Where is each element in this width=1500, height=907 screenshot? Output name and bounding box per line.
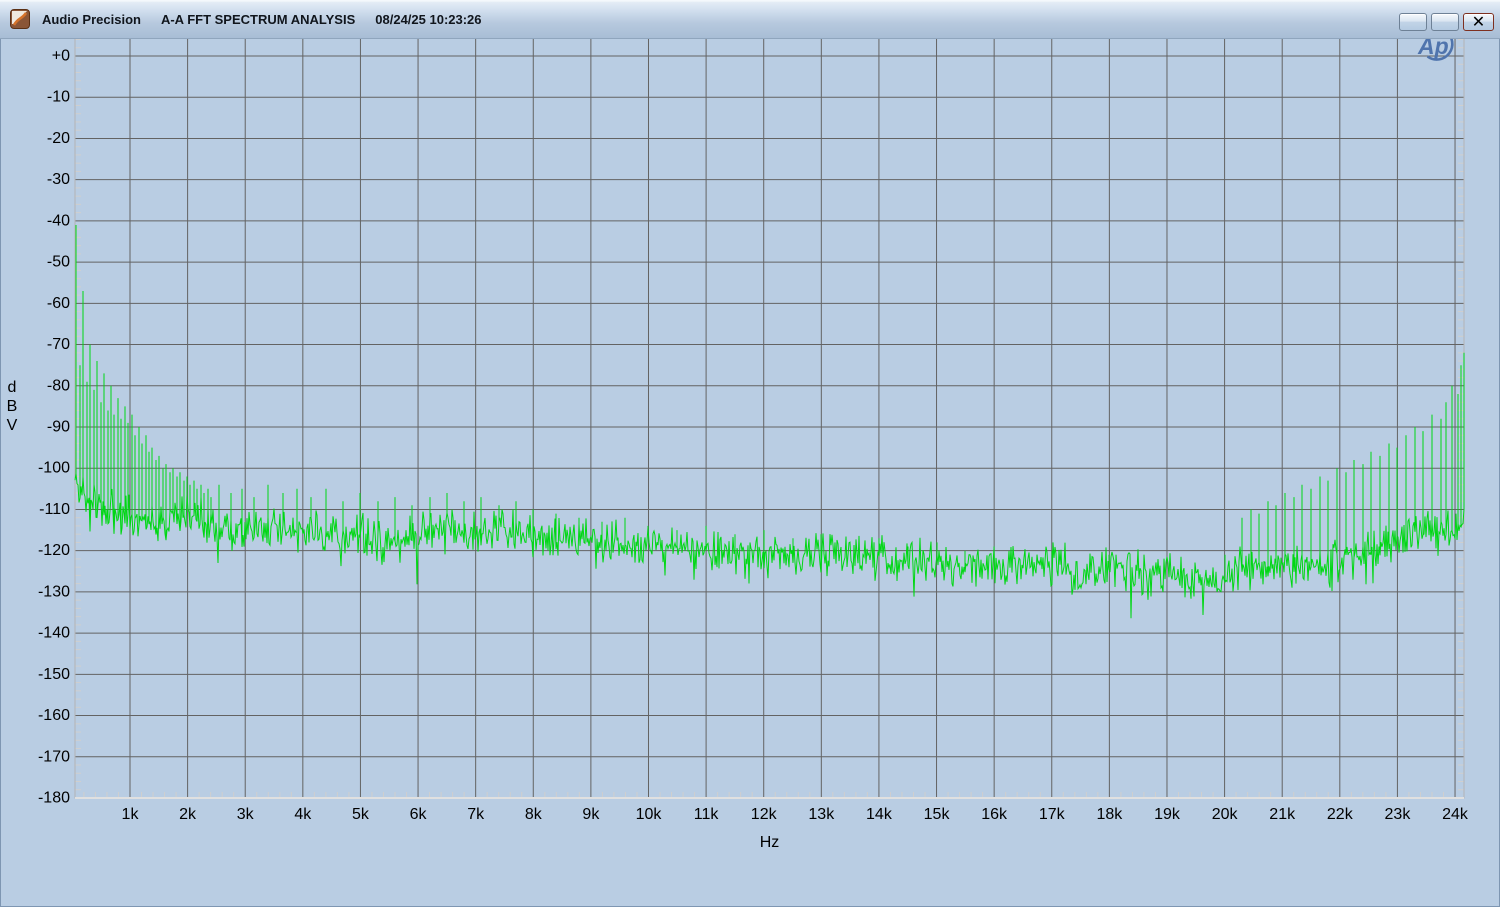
- app-icon: [10, 9, 30, 29]
- x-tick-label: 19k: [1154, 806, 1181, 823]
- y-tick-label: -160: [38, 707, 70, 724]
- y-axis-title: dBV: [7, 379, 18, 434]
- app-window: Audio Precision A-A FFT SPECTRUM ANALYSI…: [0, 0, 1500, 907]
- titlebar-app-name: Audio Precision: [42, 12, 141, 27]
- plot-client-area: +0 -10 -20 -30 -40 -50 -60 -70 -80 -90 -100 -110 -12…: [0, 0, 1500, 866]
- x-tick-label: 12k: [751, 806, 778, 823]
- x-tick-label: 14k: [866, 806, 893, 823]
- x-tick-label: 1k: [122, 806, 140, 823]
- minimize-button[interactable]: [1399, 13, 1427, 31]
- y-tick-label: -140: [38, 625, 70, 642]
- x-tick-label: 23k: [1385, 806, 1412, 823]
- plot-border: [75, 29, 1464, 798]
- y-tick-label: -110: [39, 501, 70, 518]
- x-tick-label: 13k: [808, 806, 835, 823]
- spectrum-trace: [75, 225, 1464, 618]
- plot-frame: [75, 29, 1464, 798]
- y-tick-label: -40: [47, 212, 70, 229]
- y-tick-label: -150: [38, 666, 70, 683]
- x-tick-label: 17k: [1039, 806, 1066, 823]
- restore-button[interactable]: [1431, 13, 1459, 31]
- y-tick-label: -10: [47, 89, 70, 106]
- spectrum-plot: +0 -10 -20 -30 -40 -50 -60 -70 -80 -90 -100 -110 -12…: [0, 0, 1484, 861]
- x-tick-label: 22k: [1327, 806, 1354, 823]
- titlebar-timestamp: 08/24/25 10:23:26: [375, 12, 481, 27]
- close-button[interactable]: ✕: [1463, 13, 1494, 31]
- x-tick-label: 21k: [1269, 806, 1296, 823]
- axis-ticks: [75, 31, 1464, 798]
- y-tick-label: -170: [38, 748, 70, 765]
- y-tick-label: -120: [38, 542, 70, 559]
- y-tick-label: -20: [47, 130, 70, 147]
- x-tick-label: 6k: [410, 806, 428, 823]
- y-tick-label: -80: [47, 377, 70, 394]
- x-tick-label: 10k: [636, 806, 663, 823]
- y-tick-label: -60: [47, 295, 70, 312]
- y-tick-label: -50: [47, 254, 70, 271]
- titlebar-document-title: A-A FFT SPECTRUM ANALYSIS: [161, 12, 355, 27]
- y-tick-label: -130: [38, 583, 70, 600]
- x-tick-label: 4k: [294, 806, 312, 823]
- x-tick-label: 20k: [1212, 806, 1239, 823]
- x-tick-label: 7k: [467, 806, 485, 823]
- y-tick-label: -180: [38, 790, 70, 807]
- titlebar[interactable]: Audio Precision A-A FFT SPECTRUM ANALYSI…: [0, 0, 1500, 39]
- x-tick-label: 16k: [981, 806, 1008, 823]
- y-tick-label: -100: [38, 460, 70, 477]
- close-icon: ✕: [1472, 12, 1485, 32]
- x-tick-label: 8k: [525, 806, 543, 823]
- y-tick-label: -70: [47, 336, 70, 353]
- y-tick-label: +0: [52, 48, 70, 65]
- x-tick-label: 3k: [237, 806, 255, 823]
- x-tick-label: 9k: [582, 806, 600, 823]
- x-tick-label: 5k: [352, 806, 370, 823]
- x-tick-label: 15k: [924, 806, 951, 823]
- plot-grid: [75, 29, 1464, 798]
- window-controls: ✕: [1399, 13, 1494, 31]
- axis-labels: +0 -10 -20 -30 -40 -50 -60 -70 -80 -90 -100 -110 -12…: [7, 48, 1469, 852]
- y-tick-label: -30: [47, 171, 70, 188]
- x-tick-label: 11k: [694, 806, 720, 823]
- x-tick-label: 24k: [1442, 806, 1469, 823]
- y-tick-label: -90: [47, 419, 70, 436]
- fft-trace: [75, 225, 1464, 618]
- x-tick-label: 2k: [179, 806, 197, 823]
- x-tick-label: 18k: [1096, 806, 1123, 823]
- x-axis-title: Hz: [760, 834, 780, 851]
